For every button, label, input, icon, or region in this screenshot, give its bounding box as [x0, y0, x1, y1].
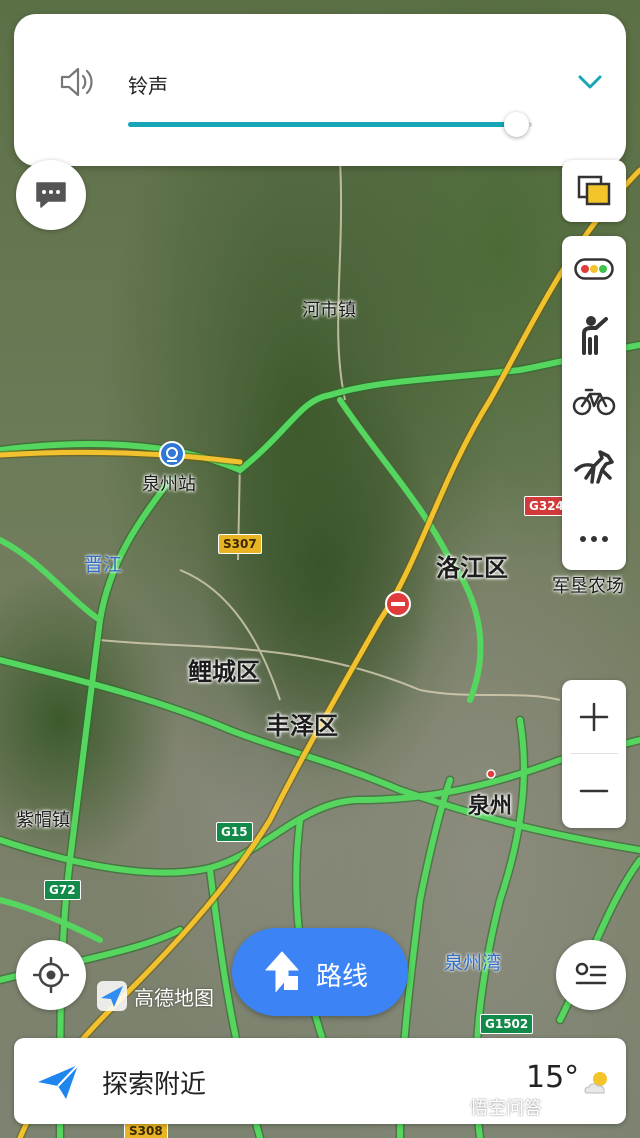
- route-button[interactable]: 路线: [232, 928, 408, 1016]
- map-tools-panel: [562, 236, 626, 570]
- minus-icon: [579, 789, 609, 793]
- layers-icon: [577, 175, 611, 206]
- traffic-toggle[interactable]: [562, 236, 626, 302]
- road-shield-g15: G15: [216, 822, 253, 842]
- list-button[interactable]: [556, 940, 626, 1010]
- city-pin-icon: [486, 769, 496, 779]
- volume-label: 铃声: [128, 74, 168, 98]
- list-icon: [575, 962, 607, 985]
- train-station-icon[interactable]: [158, 440, 186, 468]
- paper-plane-icon: [38, 1064, 79, 1099]
- place-label-junken[interactable]: 军垦农场: [552, 572, 624, 598]
- zoom-in-button[interactable]: [562, 680, 626, 754]
- road-shield-s308: S308: [124, 1122, 168, 1138]
- zoom-out-button[interactable]: [562, 754, 626, 828]
- cycling-button[interactable]: [562, 368, 626, 434]
- place-label-quanzhou[interactable]: 泉州: [468, 788, 512, 820]
- locate-button[interactable]: [16, 940, 86, 1010]
- horse-icon: [574, 450, 614, 484]
- place-label-fengze[interactable]: 丰泽区: [266, 706, 338, 741]
- gaode-logo: 高德地图: [96, 980, 214, 1012]
- horse-button[interactable]: [562, 434, 626, 500]
- locate-icon: [33, 957, 69, 993]
- watermark: 悟空问答: [470, 1098, 542, 1119]
- route-arrow-icon: [265, 951, 299, 992]
- explore-nearby-label: 探索附近: [102, 1070, 207, 1100]
- place-label-hechang[interactable]: 河市镇: [302, 296, 356, 322]
- chevron-down-icon[interactable]: [576, 72, 604, 92]
- temperature: 15°: [526, 1060, 580, 1095]
- layers-button[interactable]: [562, 160, 626, 222]
- more-icon: [580, 536, 608, 542]
- road-shield-g72: G72: [44, 880, 81, 900]
- place-label-quanzhou-station[interactable]: 泉州站: [142, 470, 196, 496]
- volume-slider[interactable]: [128, 112, 532, 137]
- traffic-light-icon: [574, 258, 614, 280]
- gaode-logo-text: 高德地图: [134, 985, 214, 1010]
- zoom-controls: [562, 680, 626, 828]
- plus-icon: [579, 702, 609, 732]
- road-shield-g1502: G1502: [480, 1014, 534, 1034]
- place-label-licheng[interactable]: 鲤城区: [188, 652, 260, 687]
- message-icon: [36, 182, 66, 208]
- bicycle-icon: [572, 388, 616, 416]
- no-entry-icon[interactable]: [384, 590, 412, 618]
- feedback-button[interactable]: [16, 160, 86, 230]
- gaode-logo-icon: [97, 981, 127, 1011]
- guide-person-button[interactable]: [562, 302, 626, 368]
- speaker-icon[interactable]: [58, 64, 98, 100]
- place-label-luojiang[interactable]: 洛江区: [436, 548, 508, 583]
- volume-slider-fill: [128, 122, 516, 127]
- road-shield-s307: S307: [218, 534, 262, 554]
- volume-slider-thumb[interactable]: [503, 112, 529, 137]
- place-label-jinjiang[interactable]: 晋江: [84, 550, 122, 577]
- route-label: 路线: [316, 962, 369, 992]
- place-label-quanzhou-bay[interactable]: 泉州湾: [444, 948, 501, 975]
- more-button[interactable]: [562, 506, 626, 572]
- place-label-zimao[interactable]: 紫帽镇: [16, 806, 70, 832]
- ringtone-volume-panel: 铃声: [14, 14, 626, 166]
- partly-cloudy-icon: [584, 1072, 607, 1094]
- guide-person-icon: [582, 316, 608, 355]
